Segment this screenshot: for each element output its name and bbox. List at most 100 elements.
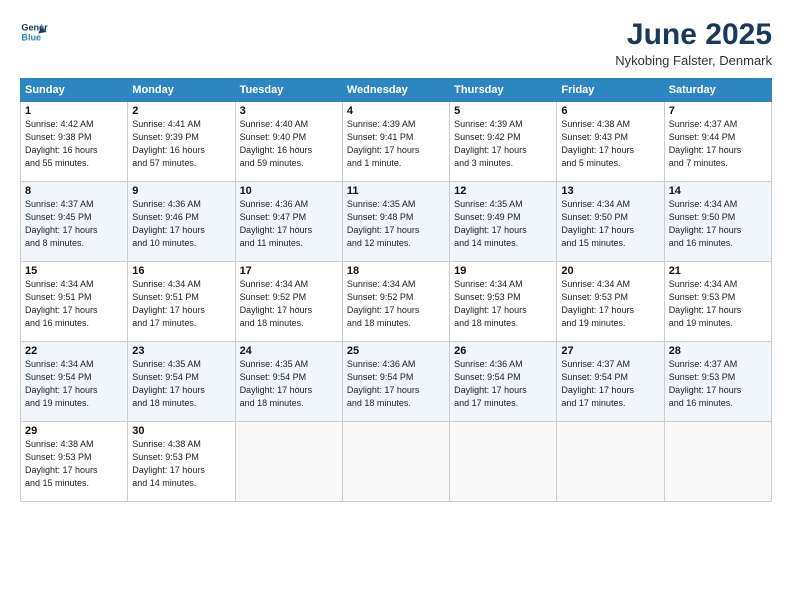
calendar-cell: 9Sunrise: 4:36 AM Sunset: 9:46 PM Daylig…: [128, 182, 235, 262]
day-info: Sunrise: 4:42 AM Sunset: 9:38 PM Dayligh…: [25, 118, 123, 170]
calendar-cell: 20Sunrise: 4:34 AM Sunset: 9:53 PM Dayli…: [557, 262, 664, 342]
calendar-header-row: Sunday Monday Tuesday Wednesday Thursday…: [21, 79, 772, 102]
day-number: 17: [240, 265, 338, 277]
calendar-cell: 1Sunrise: 4:42 AM Sunset: 9:38 PM Daylig…: [21, 102, 128, 182]
calendar-cell: 26Sunrise: 4:36 AM Sunset: 9:54 PM Dayli…: [450, 342, 557, 422]
day-number: 10: [240, 185, 338, 197]
day-info: Sunrise: 4:37 AM Sunset: 9:45 PM Dayligh…: [25, 198, 123, 250]
day-number: 19: [454, 265, 552, 277]
calendar-cell: 24Sunrise: 4:35 AM Sunset: 9:54 PM Dayli…: [235, 342, 342, 422]
calendar-cell: 18Sunrise: 4:34 AM Sunset: 9:52 PM Dayli…: [342, 262, 449, 342]
day-number: 20: [561, 265, 659, 277]
day-info: Sunrise: 4:35 AM Sunset: 9:48 PM Dayligh…: [347, 198, 445, 250]
calendar-cell: 28Sunrise: 4:37 AM Sunset: 9:53 PM Dayli…: [664, 342, 771, 422]
day-info: Sunrise: 4:34 AM Sunset: 9:51 PM Dayligh…: [132, 278, 230, 330]
day-number: 28: [669, 345, 767, 357]
week-row-1: 1Sunrise: 4:42 AM Sunset: 9:38 PM Daylig…: [21, 102, 772, 182]
day-info: Sunrise: 4:34 AM Sunset: 9:53 PM Dayligh…: [561, 278, 659, 330]
calendar-cell: 2Sunrise: 4:41 AM Sunset: 9:39 PM Daylig…: [128, 102, 235, 182]
calendar-cell: 19Sunrise: 4:34 AM Sunset: 9:53 PM Dayli…: [450, 262, 557, 342]
day-info: Sunrise: 4:38 AM Sunset: 9:53 PM Dayligh…: [25, 438, 123, 490]
calendar: Sunday Monday Tuesday Wednesday Thursday…: [20, 78, 772, 502]
day-number: 27: [561, 345, 659, 357]
day-info: Sunrise: 4:39 AM Sunset: 9:42 PM Dayligh…: [454, 118, 552, 170]
day-number: 24: [240, 345, 338, 357]
calendar-cell: 13Sunrise: 4:34 AM Sunset: 9:50 PM Dayli…: [557, 182, 664, 262]
week-row-5: 29Sunrise: 4:38 AM Sunset: 9:53 PM Dayli…: [21, 422, 772, 502]
day-number: 26: [454, 345, 552, 357]
day-info: Sunrise: 4:36 AM Sunset: 9:54 PM Dayligh…: [454, 358, 552, 410]
day-info: Sunrise: 4:41 AM Sunset: 9:39 PM Dayligh…: [132, 118, 230, 170]
day-info: Sunrise: 4:40 AM Sunset: 9:40 PM Dayligh…: [240, 118, 338, 170]
col-tuesday: Tuesday: [235, 79, 342, 102]
month-title: June 2025: [615, 18, 772, 51]
calendar-cell: 7Sunrise: 4:37 AM Sunset: 9:44 PM Daylig…: [664, 102, 771, 182]
col-wednesday: Wednesday: [342, 79, 449, 102]
day-info: Sunrise: 4:38 AM Sunset: 9:53 PM Dayligh…: [132, 438, 230, 490]
day-info: Sunrise: 4:34 AM Sunset: 9:52 PM Dayligh…: [240, 278, 338, 330]
day-info: Sunrise: 4:37 AM Sunset: 9:54 PM Dayligh…: [561, 358, 659, 410]
calendar-cell: 17Sunrise: 4:34 AM Sunset: 9:52 PM Dayli…: [235, 262, 342, 342]
calendar-cell: 6Sunrise: 4:38 AM Sunset: 9:43 PM Daylig…: [557, 102, 664, 182]
calendar-cell: 15Sunrise: 4:34 AM Sunset: 9:51 PM Dayli…: [21, 262, 128, 342]
day-info: Sunrise: 4:37 AM Sunset: 9:53 PM Dayligh…: [669, 358, 767, 410]
day-info: Sunrise: 4:36 AM Sunset: 9:46 PM Dayligh…: [132, 198, 230, 250]
calendar-cell: 12Sunrise: 4:35 AM Sunset: 9:49 PM Dayli…: [450, 182, 557, 262]
day-number: 7: [669, 105, 767, 117]
day-number: 8: [25, 185, 123, 197]
calendar-cell: 23Sunrise: 4:35 AM Sunset: 9:54 PM Dayli…: [128, 342, 235, 422]
page: General Blue June 2025 Nykobing Falster,…: [0, 0, 792, 612]
week-row-3: 15Sunrise: 4:34 AM Sunset: 9:51 PM Dayli…: [21, 262, 772, 342]
col-monday: Monday: [128, 79, 235, 102]
week-row-4: 22Sunrise: 4:34 AM Sunset: 9:54 PM Dayli…: [21, 342, 772, 422]
calendar-cell: 30Sunrise: 4:38 AM Sunset: 9:53 PM Dayli…: [128, 422, 235, 502]
col-friday: Friday: [557, 79, 664, 102]
calendar-cell: 16Sunrise: 4:34 AM Sunset: 9:51 PM Dayli…: [128, 262, 235, 342]
logo: General Blue: [20, 18, 48, 46]
calendar-cell: 21Sunrise: 4:34 AM Sunset: 9:53 PM Dayli…: [664, 262, 771, 342]
location: Nykobing Falster, Denmark: [615, 53, 772, 68]
calendar-cell: [664, 422, 771, 502]
calendar-cell: 22Sunrise: 4:34 AM Sunset: 9:54 PM Dayli…: [21, 342, 128, 422]
calendar-cell: 11Sunrise: 4:35 AM Sunset: 9:48 PM Dayli…: [342, 182, 449, 262]
calendar-cell: [235, 422, 342, 502]
day-number: 6: [561, 105, 659, 117]
day-info: Sunrise: 4:34 AM Sunset: 9:51 PM Dayligh…: [25, 278, 123, 330]
day-info: Sunrise: 4:34 AM Sunset: 9:50 PM Dayligh…: [561, 198, 659, 250]
day-number: 23: [132, 345, 230, 357]
day-info: Sunrise: 4:37 AM Sunset: 9:44 PM Dayligh…: [669, 118, 767, 170]
day-number: 13: [561, 185, 659, 197]
day-number: 16: [132, 265, 230, 277]
day-info: Sunrise: 4:34 AM Sunset: 9:53 PM Dayligh…: [669, 278, 767, 330]
day-info: Sunrise: 4:36 AM Sunset: 9:47 PM Dayligh…: [240, 198, 338, 250]
day-info: Sunrise: 4:35 AM Sunset: 9:49 PM Dayligh…: [454, 198, 552, 250]
day-number: 22: [25, 345, 123, 357]
calendar-cell: [342, 422, 449, 502]
calendar-cell: 27Sunrise: 4:37 AM Sunset: 9:54 PM Dayli…: [557, 342, 664, 422]
day-number: 14: [669, 185, 767, 197]
day-number: 5: [454, 105, 552, 117]
calendar-cell: [557, 422, 664, 502]
svg-text:Blue: Blue: [21, 32, 41, 42]
day-info: Sunrise: 4:39 AM Sunset: 9:41 PM Dayligh…: [347, 118, 445, 170]
day-info: Sunrise: 4:36 AM Sunset: 9:54 PM Dayligh…: [347, 358, 445, 410]
day-number: 11: [347, 185, 445, 197]
day-number: 9: [132, 185, 230, 197]
day-number: 3: [240, 105, 338, 117]
day-number: 15: [25, 265, 123, 277]
calendar-cell: 8Sunrise: 4:37 AM Sunset: 9:45 PM Daylig…: [21, 182, 128, 262]
calendar-cell: 10Sunrise: 4:36 AM Sunset: 9:47 PM Dayli…: [235, 182, 342, 262]
calendar-cell: 25Sunrise: 4:36 AM Sunset: 9:54 PM Dayli…: [342, 342, 449, 422]
col-thursday: Thursday: [450, 79, 557, 102]
calendar-cell: 4Sunrise: 4:39 AM Sunset: 9:41 PM Daylig…: [342, 102, 449, 182]
header: General Blue June 2025 Nykobing Falster,…: [20, 18, 772, 68]
day-info: Sunrise: 4:35 AM Sunset: 9:54 PM Dayligh…: [132, 358, 230, 410]
day-info: Sunrise: 4:34 AM Sunset: 9:54 PM Dayligh…: [25, 358, 123, 410]
day-number: 29: [25, 425, 123, 437]
day-number: 21: [669, 265, 767, 277]
calendar-cell: 29Sunrise: 4:38 AM Sunset: 9:53 PM Dayli…: [21, 422, 128, 502]
day-number: 30: [132, 425, 230, 437]
col-sunday: Sunday: [21, 79, 128, 102]
title-block: June 2025 Nykobing Falster, Denmark: [615, 18, 772, 68]
day-number: 2: [132, 105, 230, 117]
